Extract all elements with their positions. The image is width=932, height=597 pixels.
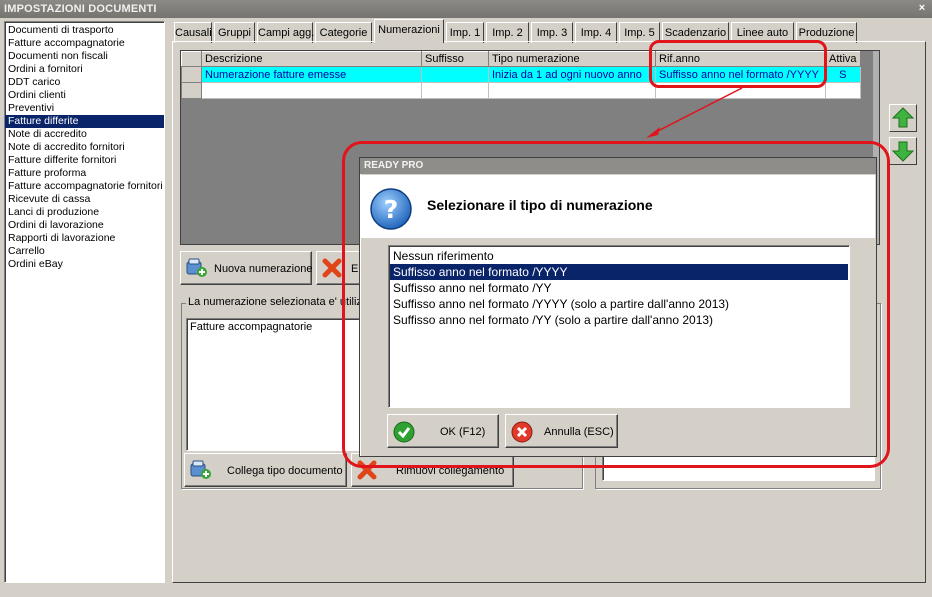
table-row[interactable]: Numerazione fatture emesse Inizia da 1 a… xyxy=(181,66,861,83)
svg-text:?: ? xyxy=(384,195,399,224)
doc-type-item[interactable]: Note di accredito xyxy=(5,128,164,141)
doc-type-item[interactable]: Note di accredito fornitori xyxy=(5,141,164,154)
tab-causali[interactable]: Causali xyxy=(174,22,212,43)
cell-descrizione[interactable]: Numerazione fatture emesse xyxy=(201,66,422,83)
numbering-option[interactable]: Suffisso anno nel formato /YYYY (solo a … xyxy=(390,296,848,312)
tab-campi-agg[interactable]: Campi agg. xyxy=(257,22,314,43)
numbering-type-dialog: READY PRO ? Selezionare il tipo di numer… xyxy=(359,157,877,457)
numbering-option[interactable]: Suffisso anno nel formato /YY xyxy=(390,280,848,296)
doc-type-item[interactable]: Fatture proforma xyxy=(5,167,164,180)
annotation-arrow-icon xyxy=(646,87,743,138)
cell-suffisso[interactable] xyxy=(421,66,489,83)
doc-type-item[interactable]: Ordini eBay xyxy=(5,258,164,271)
ok-button[interactable]: OK (F12) xyxy=(387,414,499,448)
doc-type-item[interactable]: Carrello xyxy=(5,245,164,258)
arrow-up-icon xyxy=(891,107,915,128)
delete-numbering-label: E xyxy=(351,263,359,275)
column-header-rif-anno[interactable]: Rif.anno xyxy=(655,51,826,67)
tab-imp-3[interactable]: Imp. 3 xyxy=(531,22,573,43)
usage-list[interactable]: Fatture accompagnatorie xyxy=(186,318,366,451)
window-title: IMPOSTAZIONI DOCUMENTI xyxy=(4,3,157,15)
link-doc-type-label: Collega tipo documento xyxy=(227,465,343,477)
arrow-down-icon xyxy=(891,141,915,162)
table-row-empty[interactable] xyxy=(181,82,861,99)
delete-numbering-button[interactable]: E xyxy=(316,251,364,285)
doc-type-item[interactable]: Fatture differite fornitori xyxy=(5,154,164,167)
tab-imp-2[interactable]: Imp. 2 xyxy=(486,22,529,43)
list-item[interactable]: Fatture accompagnatorie xyxy=(187,319,365,335)
row-indicator[interactable] xyxy=(181,82,202,99)
row-indicator[interactable] xyxy=(181,66,202,83)
doc-type-item[interactable]: Ordini a fornitori xyxy=(5,63,164,76)
column-header-tipo-numerazione[interactable]: Tipo numerazione xyxy=(488,51,656,67)
dialog-message: Selezionare il tipo di numerazione xyxy=(427,197,653,213)
remove-link-label: Rimuovi collegamento xyxy=(396,465,505,477)
tab-scadenzario[interactable]: Scadenzario xyxy=(662,22,729,43)
doc-type-item[interactable]: Ricevute di cassa xyxy=(5,193,164,206)
column-header-suffisso[interactable]: Suffisso xyxy=(421,51,489,67)
cell-tipo-numerazione[interactable]: Inizia da 1 ad ogni nuovo anno xyxy=(488,66,656,83)
grid-indicator-header xyxy=(181,51,202,67)
link-doc-type-button[interactable]: Collega tipo documento xyxy=(184,453,347,487)
right-field[interactable] xyxy=(602,455,875,481)
question-icon: ? xyxy=(369,187,413,234)
cancel-label: Annulla (ESC) xyxy=(544,426,614,438)
column-header-descrizione[interactable]: Descrizione xyxy=(201,51,422,67)
doc-type-item[interactable]: Fatture accompagnatorie fornitori xyxy=(5,180,164,193)
numbering-option[interactable]: Suffisso anno nel formato /YYYY xyxy=(390,264,848,280)
tab-gruppi[interactable]: Gruppi xyxy=(214,22,255,43)
remove-link-button[interactable]: Rimuovi collegamento xyxy=(351,453,514,487)
dialog-title: READY PRO xyxy=(360,158,876,174)
column-header-attiva[interactable]: Attiva xyxy=(825,51,861,67)
cell-rif-anno[interactable]: Suffisso anno nel formato /YYYY xyxy=(655,66,826,83)
empty-cell[interactable] xyxy=(488,82,656,99)
move-up-button[interactable] xyxy=(889,104,917,132)
ok-label: OK (F12) xyxy=(440,426,486,438)
document-type-list[interactable]: Documenti di trasporto Fatture accompagna… xyxy=(4,21,165,583)
tab-numerazioni[interactable]: Numerazioni xyxy=(374,19,444,43)
cancel-icon xyxy=(511,421,533,446)
window-titlebar: IMPOSTAZIONI DOCUMENTI × xyxy=(0,0,932,18)
doc-type-item[interactable]: Lanci di produzione xyxy=(5,206,164,219)
tab-linee-auto[interactable]: Linee auto xyxy=(731,22,794,43)
new-numbering-label: Nuova numerazione xyxy=(214,263,313,275)
cell-attiva[interactable]: S xyxy=(825,66,861,83)
new-record-icon xyxy=(186,258,208,281)
tab-imp-4[interactable]: Imp. 4 xyxy=(575,22,617,43)
check-icon xyxy=(393,421,415,446)
tab-produzione[interactable]: Produzione xyxy=(796,22,857,43)
empty-cell[interactable] xyxy=(825,82,861,99)
empty-cell[interactable] xyxy=(201,82,422,99)
dialog-header: ? Selezionare il tipo di numerazione xyxy=(361,175,875,238)
tab-categorie[interactable]: Categorie xyxy=(315,22,372,43)
empty-cell[interactable] xyxy=(421,82,489,99)
new-numbering-button[interactable]: Nuova numerazione xyxy=(180,251,312,285)
numbering-option[interactable]: Nessun riferimento xyxy=(390,248,848,264)
move-down-button[interactable] xyxy=(889,137,917,165)
doc-type-item[interactable]: Rapporti di lavorazione xyxy=(5,232,164,245)
numbering-type-list[interactable]: Nessun riferimento Suffisso anno nel form… xyxy=(388,245,850,408)
usage-groupbox-title: La numerazione selezionata e' utilizz xyxy=(186,296,370,308)
tab-imp-1[interactable]: Imp. 1 xyxy=(446,22,484,43)
cancel-button[interactable]: Annulla (ESC) xyxy=(505,414,618,448)
delete-icon xyxy=(322,258,342,281)
doc-type-item[interactable]: Fatture accompagnatorie xyxy=(5,37,164,50)
doc-type-item[interactable]: Fatture differite xyxy=(5,115,164,128)
doc-type-item[interactable]: Documenti non fiscali xyxy=(5,50,164,63)
doc-type-item[interactable]: Preventivi xyxy=(5,102,164,115)
doc-type-item[interactable]: Ordini clienti xyxy=(5,89,164,102)
doc-type-item[interactable]: Ordini di lavorazione xyxy=(5,219,164,232)
link-icon xyxy=(190,460,212,483)
doc-type-item[interactable]: DDT carico xyxy=(5,76,164,89)
delete-icon xyxy=(357,460,377,483)
numbering-option[interactable]: Suffisso anno nel formato /YY (solo a pa… xyxy=(390,312,848,328)
close-icon[interactable]: × xyxy=(915,2,929,15)
doc-type-item[interactable]: Documenti di trasporto xyxy=(5,24,164,37)
tab-imp-5[interactable]: Imp. 5 xyxy=(619,22,660,43)
